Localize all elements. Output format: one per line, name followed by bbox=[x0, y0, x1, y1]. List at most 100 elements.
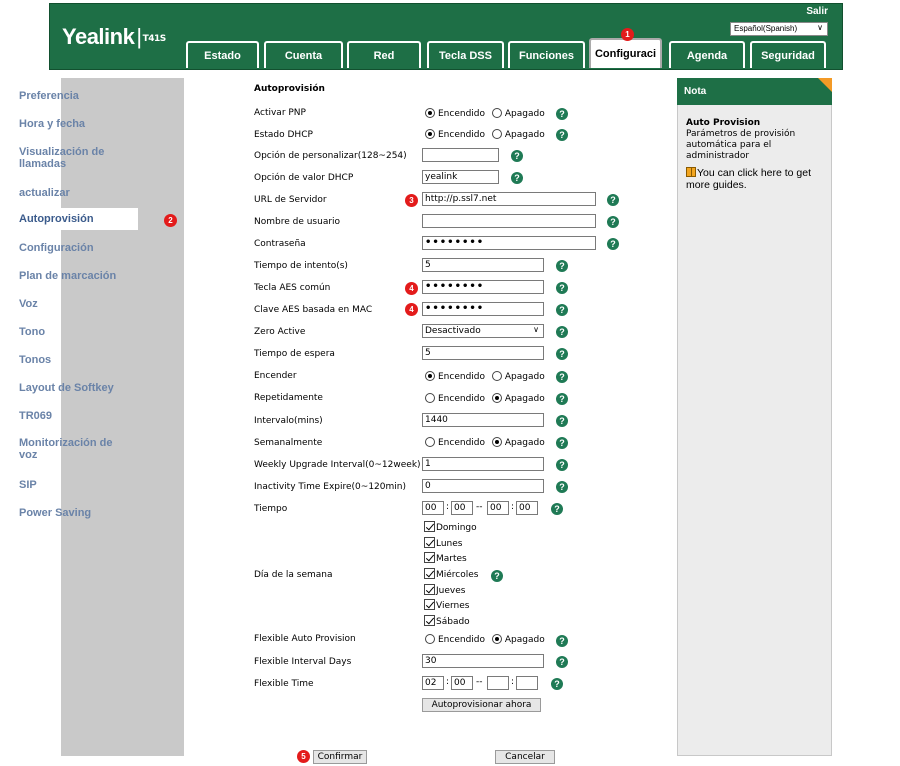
password-input[interactable]: •••••••• bbox=[422, 236, 596, 250]
mac-aes-key-input[interactable]: •••••••• bbox=[422, 302, 544, 316]
sidebar-item-layout-softkey[interactable]: Layout de Softkey bbox=[0, 382, 123, 394]
weekday-saturday[interactable]: Sábado bbox=[424, 615, 470, 627]
help-icon[interactable]: ? bbox=[551, 503, 563, 515]
tab-seguridad[interactable]: Seguridad bbox=[750, 41, 826, 68]
help-icon[interactable]: ? bbox=[556, 304, 568, 316]
help-icon[interactable]: ? bbox=[607, 238, 619, 250]
flex-start-hour-input[interactable]: 02 bbox=[422, 676, 444, 690]
dhcp-on-radio[interactable] bbox=[425, 129, 435, 139]
help-icon[interactable]: ? bbox=[556, 282, 568, 294]
checkbox[interactable] bbox=[424, 552, 435, 563]
retry-times-input[interactable]: 5 bbox=[422, 258, 544, 272]
checkbox[interactable] bbox=[424, 615, 435, 626]
repetitive-on-radio[interactable] bbox=[425, 393, 435, 403]
sidebar-item-sip[interactable]: SIP bbox=[0, 479, 123, 491]
weekday-friday[interactable]: Viernes bbox=[424, 599, 469, 611]
wait-time-input[interactable]: 5 bbox=[422, 346, 544, 360]
zero-active-select[interactable]: Desactivado ∨ bbox=[422, 324, 544, 338]
weekly-off-radio[interactable] bbox=[491, 437, 502, 447]
sidebar-item-visualizacion-llamadas[interactable]: Visualización de llamadas bbox=[0, 146, 110, 170]
flex-auto-on-radio[interactable] bbox=[425, 634, 435, 644]
logout-link[interactable]: Salir bbox=[806, 6, 828, 17]
weekday-wednesday[interactable]: Miércoles bbox=[424, 568, 479, 580]
inactivity-input[interactable]: 0 bbox=[422, 479, 544, 493]
help-icon[interactable]: ? bbox=[556, 129, 568, 141]
sidebar-item-tonos[interactable]: Tonos bbox=[0, 354, 123, 366]
tab-cuenta[interactable]: Cuenta bbox=[264, 41, 343, 68]
checkbox[interactable] bbox=[424, 521, 435, 532]
end-hour-input[interactable]: 00 bbox=[487, 501, 509, 515]
sidebar-item-autoprovision[interactable]: Autoprovisión bbox=[10, 208, 138, 230]
cancel-button[interactable]: Cancelar bbox=[495, 750, 555, 764]
help-icon[interactable]: ? bbox=[556, 481, 568, 493]
weekday-thursday[interactable]: Jueves bbox=[424, 584, 465, 596]
flex-start-minute-input[interactable]: 00 bbox=[451, 676, 473, 690]
flex-days-input[interactable]: 30 bbox=[422, 654, 544, 668]
tab-tecla-dss[interactable]: Tecla DSS bbox=[427, 41, 504, 68]
sidebar-item-monitorizacion-voz[interactable]: Monitorización de voz bbox=[0, 437, 118, 461]
dhcp-off-radio[interactable] bbox=[491, 129, 502, 139]
pnp-off-radio[interactable] bbox=[491, 108, 502, 118]
username-input[interactable] bbox=[422, 214, 596, 228]
sidebar-item-voz[interactable]: Voz bbox=[0, 298, 123, 310]
provision-now-button[interactable]: Autoprovisionar ahora bbox=[422, 698, 541, 712]
help-icon[interactable]: ? bbox=[556, 348, 568, 360]
help-icon[interactable]: ? bbox=[511, 172, 523, 184]
weekday-monday[interactable]: Lunes bbox=[424, 537, 463, 549]
weekly-on-radio[interactable] bbox=[425, 437, 435, 447]
power-on-off-radio[interactable] bbox=[491, 371, 502, 381]
power-on-on-radio[interactable] bbox=[425, 371, 435, 381]
end-minute-input[interactable]: 00 bbox=[516, 501, 538, 515]
sidebar-item-hora-y-fecha[interactable]: Hora y fecha bbox=[0, 118, 123, 130]
checkbox[interactable] bbox=[424, 537, 435, 548]
sidebar-item-actualizar[interactable]: actualizar bbox=[0, 187, 123, 199]
tab-agenda[interactable]: Agenda bbox=[669, 41, 745, 68]
flex-auto-off-radio[interactable] bbox=[491, 634, 502, 644]
tab-configuracion[interactable]: Configuraci bbox=[589, 38, 662, 68]
help-icon[interactable]: ? bbox=[556, 437, 568, 449]
custom-option-input[interactable] bbox=[422, 148, 499, 162]
weekday-sunday[interactable]: Domingo bbox=[424, 521, 477, 533]
checkbox[interactable] bbox=[424, 568, 435, 579]
sidebar-item-preferencia[interactable]: Preferencia bbox=[0, 90, 123, 102]
checkbox[interactable] bbox=[424, 599, 435, 610]
help-icon[interactable]: ? bbox=[511, 150, 523, 162]
tab-estado[interactable]: Estado bbox=[186, 41, 259, 68]
sidebar-item-plan-de-marcacion[interactable]: Plan de marcación bbox=[0, 270, 123, 282]
sidebar-item-configuracion[interactable]: Configuración bbox=[0, 242, 123, 254]
sidebar-item-tono[interactable]: Tono bbox=[0, 326, 123, 338]
note-guide-link[interactable]: You can click here to get more guides. bbox=[686, 167, 826, 191]
sidebar-item-tr069[interactable]: TR069 bbox=[0, 410, 123, 422]
help-icon[interactable]: ? bbox=[556, 635, 568, 647]
start-hour-input[interactable]: 00 bbox=[422, 501, 444, 515]
help-icon[interactable]: ? bbox=[556, 656, 568, 668]
tab-funciones[interactable]: Funciones bbox=[508, 41, 585, 68]
weekly-interval-input[interactable]: 1 bbox=[422, 457, 544, 471]
interval-input[interactable]: 1440 bbox=[422, 413, 544, 427]
help-icon[interactable]: ? bbox=[607, 194, 619, 206]
confirm-button[interactable]: Confirmar bbox=[313, 750, 367, 764]
weekday-tuesday[interactable]: Martes bbox=[424, 552, 467, 564]
help-icon[interactable]: ? bbox=[556, 393, 568, 405]
repetitive-off-radio[interactable] bbox=[491, 393, 502, 403]
help-icon[interactable]: ? bbox=[607, 216, 619, 228]
sidebar-item-power-saving[interactable]: Power Saving bbox=[0, 507, 123, 519]
help-icon[interactable]: ? bbox=[556, 371, 568, 383]
help-icon[interactable]: ? bbox=[551, 678, 563, 690]
help-icon[interactable]: ? bbox=[556, 260, 568, 272]
help-icon[interactable]: ? bbox=[556, 415, 568, 427]
checkbox[interactable] bbox=[424, 584, 435, 595]
pnp-on-radio[interactable] bbox=[425, 108, 435, 118]
help-icon[interactable]: ? bbox=[556, 108, 568, 120]
help-icon[interactable]: ? bbox=[491, 570, 503, 582]
language-select[interactable]: Español(Spanish) ∨ bbox=[730, 22, 828, 36]
help-icon[interactable]: ? bbox=[556, 326, 568, 338]
flex-end-hour-input[interactable] bbox=[487, 676, 509, 690]
flex-end-minute-input[interactable] bbox=[516, 676, 538, 690]
server-url-input[interactable]: http://p.ssl7.net bbox=[422, 192, 596, 206]
dhcp-value-input[interactable]: yealink bbox=[422, 170, 499, 184]
aes-key-input[interactable]: •••••••• bbox=[422, 280, 544, 294]
help-icon[interactable]: ? bbox=[556, 459, 568, 471]
tab-red[interactable]: Red bbox=[347, 41, 421, 68]
start-minute-input[interactable]: 00 bbox=[451, 501, 473, 515]
